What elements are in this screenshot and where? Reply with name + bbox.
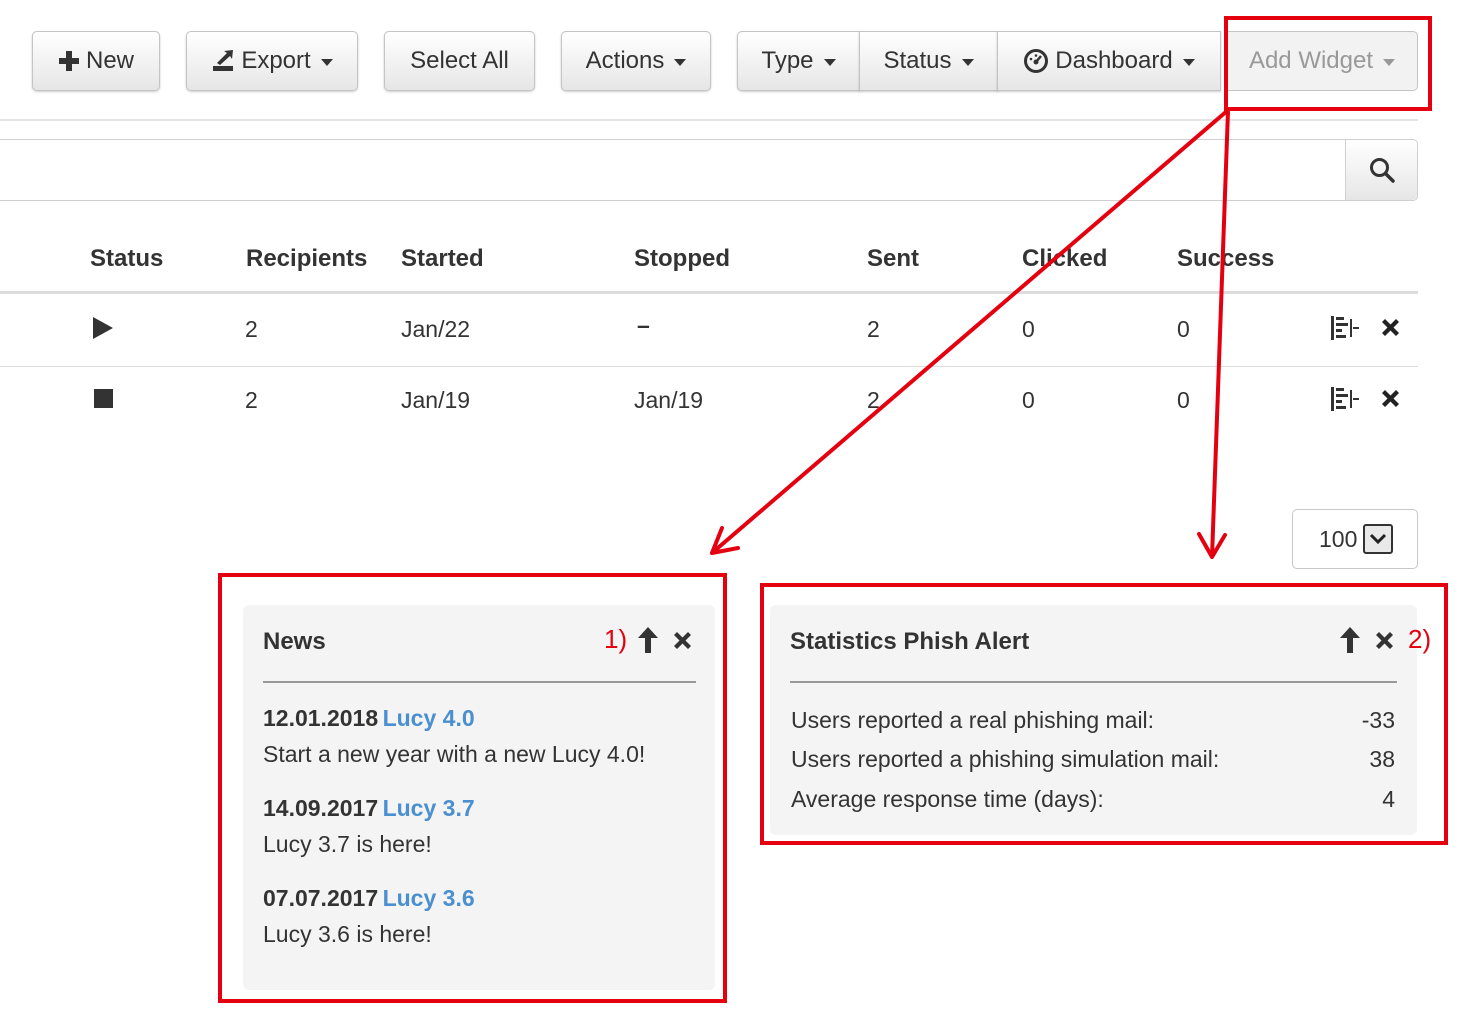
type-label: Type — [761, 47, 814, 74]
col-header-sent[interactable]: Sent — [867, 245, 919, 273]
chevron-down-icon — [961, 58, 974, 66]
row-started: Jan/19 — [401, 387, 471, 413]
row-success: 0 — [1177, 387, 1190, 413]
toolbar-divider — [0, 119, 1418, 121]
arrow-head-stats — [1197, 532, 1227, 559]
row-clicked: 0 — [1022, 316, 1035, 342]
row-recipients: 2 — [245, 316, 258, 342]
row-sent: 2 — [867, 387, 880, 413]
statistics-icon[interactable] — [1331, 316, 1359, 340]
arrow-head-news — [710, 526, 740, 555]
page-size-value: 100 — [1319, 525, 1358, 552]
stop-icon — [94, 389, 113, 408]
search-bar[interactable] — [0, 139, 1418, 201]
highlight-box-stats — [760, 583, 1448, 845]
row-started: Jan/22 — [401, 316, 471, 342]
export-button[interactable]: Export — [186, 31, 358, 91]
select-all-label: Select All — [410, 47, 509, 74]
statistics-icon[interactable] — [1331, 387, 1359, 411]
new-button-label: New — [85, 47, 134, 74]
dashboard-label: Dashboard — [1055, 47, 1173, 74]
table-header-divider — [0, 291, 1418, 294]
status-filter-button[interactable]: Status — [859, 31, 998, 91]
highlight-box-news — [218, 573, 727, 1003]
col-header-status[interactable]: Status — [90, 245, 163, 273]
chevron-down-icon — [823, 58, 836, 66]
col-header-success[interactable]: Success — [1177, 245, 1274, 273]
actions-button[interactable]: Actions — [561, 31, 711, 91]
chevron-down-icon — [320, 58, 333, 66]
row-sent: 2 — [867, 316, 880, 342]
select-all-button[interactable]: Select All — [384, 31, 535, 91]
chevron-down-icon — [1182, 58, 1195, 66]
export-icon — [213, 50, 234, 71]
col-header-recipients[interactable]: Recipients — [246, 245, 367, 273]
row-recipients: 2 — [245, 387, 258, 413]
col-header-clicked[interactable]: Clicked — [1022, 245, 1107, 273]
dashboard-button[interactable]: Dashboard — [997, 31, 1221, 91]
chevron-down-icon — [1363, 524, 1394, 554]
new-button[interactable]: New — [32, 31, 160, 91]
row-clicked: 0 — [1022, 387, 1035, 413]
highlight-box-add-widget — [1224, 16, 1432, 111]
export-button-label: Export — [241, 47, 311, 74]
plus-icon — [58, 51, 79, 71]
chevron-down-icon — [674, 58, 687, 66]
row-divider — [0, 366, 1418, 367]
delete-icon[interactable] — [1380, 317, 1401, 338]
type-filter-button[interactable]: Type — [737, 31, 860, 91]
page-size-select[interactable]: 100 — [1292, 509, 1418, 569]
play-icon — [93, 317, 113, 339]
dashboard-icon — [1024, 49, 1049, 73]
row-stopped: – — [637, 312, 650, 338]
delete-icon[interactable] — [1380, 388, 1401, 409]
row-stopped: Jan/19 — [634, 387, 704, 413]
col-header-started[interactable]: Started — [401, 245, 484, 273]
search-icon — [1369, 158, 1395, 183]
status-label: Status — [883, 47, 952, 74]
search-button[interactable] — [1345, 140, 1417, 200]
row-success: 0 — [1177, 316, 1190, 342]
col-header-stopped[interactable]: Stopped — [634, 245, 730, 273]
actions-label: Actions — [585, 47, 665, 74]
